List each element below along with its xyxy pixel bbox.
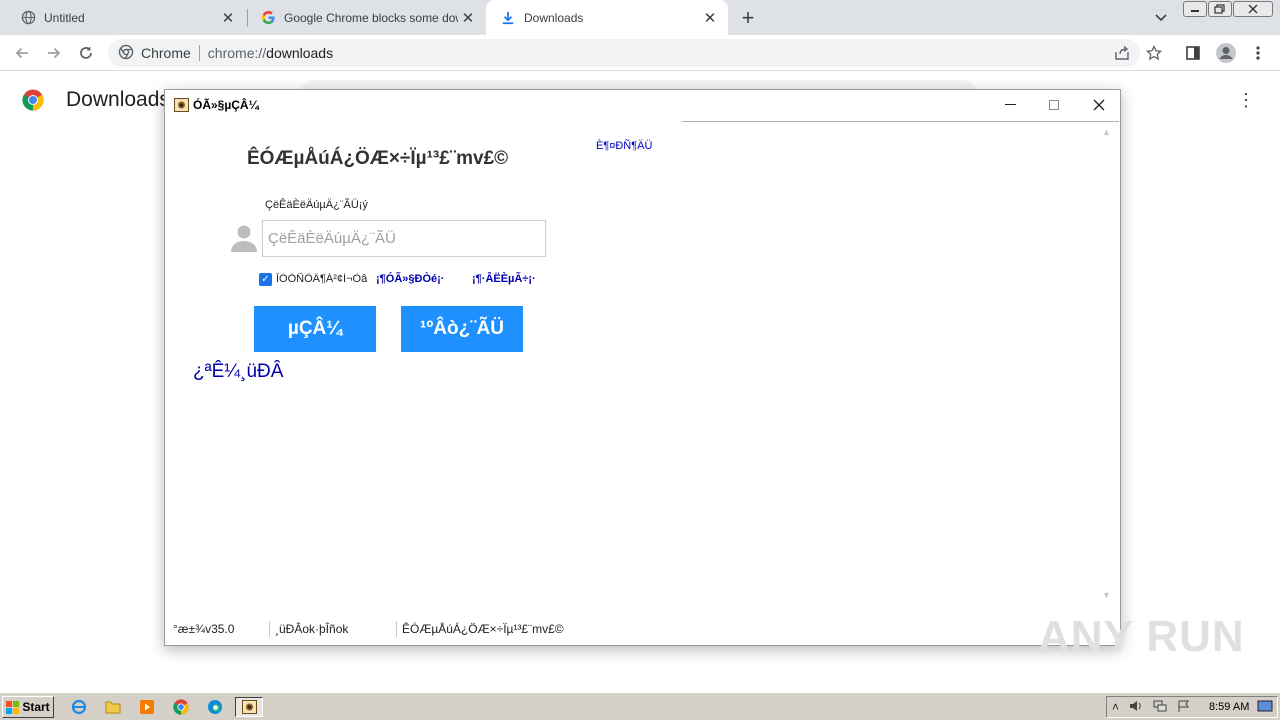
dialog-titlebar: ÓÃ»§µÇÂ¼ [165, 90, 1120, 120]
side-panel-icon[interactable] [1183, 43, 1203, 63]
windows-logo-icon [6, 700, 20, 714]
close-tab-icon[interactable]: ✕ [700, 8, 720, 28]
status-divider [269, 621, 270, 637]
site-info-chip[interactable]: Chrome [118, 44, 191, 63]
card-key-label: ÇëÊäÈëÄúµÄ¿¨ÃÜ¡ý [265, 199, 368, 211]
dialog-title: ÓÃ»§µÇÂ¼ [193, 98, 259, 112]
chrome-logo-icon [22, 89, 44, 111]
dialog-heading: ÊÓÆµÅúÁ¿ÖÆ×÷Ïµ¹³£¨mv£© [247, 148, 509, 169]
start-button[interactable]: Start [2, 696, 54, 718]
user-agreement-link[interactable]: ¡¶ÓÃ»§Ð­Òé¡· [376, 273, 444, 285]
agree-checkbox[interactable]: ✓ [259, 273, 272, 286]
profile-avatar-icon[interactable] [1214, 41, 1238, 65]
chrome-icon [118, 44, 134, 63]
card-key-input[interactable] [262, 220, 546, 257]
taskbar: Start ˄ 8:59 AM [0, 692, 1280, 720]
action-center-flag-icon[interactable] [1177, 700, 1191, 715]
status-update: ¸üÐÂok·þÎñok [275, 622, 349, 636]
google-icon [260, 10, 276, 26]
file-explorer-icon[interactable] [102, 697, 124, 717]
url-text: chrome://downloads [208, 45, 333, 61]
tab-google-chrome-blocks[interactable]: Google Chrome blocks some downloa ✕ [240, 0, 486, 35]
system-tray: ˄ 8:59 AM [1106, 696, 1278, 718]
tab-strip: Untitled ✕ Google Chrome blocks some dow… [0, 0, 1280, 35]
edge-icon[interactable] [204, 697, 226, 717]
tab-title: Untitled [44, 10, 85, 25]
minimize-window-button[interactable] [1183, 1, 1207, 17]
url-path: downloads [266, 45, 334, 61]
forward-button[interactable] [41, 40, 67, 66]
address-bar[interactable]: Chrome chrome://downloads [108, 39, 1140, 67]
show-desktop-icon[interactable] [1257, 700, 1273, 715]
browser-toolbar: Chrome chrome://downloads [0, 35, 1280, 71]
screen: Untitled ✕ Google Chrome blocks some dow… [0, 0, 1280, 720]
back-button[interactable] [9, 40, 35, 66]
tab-title: Downloads [524, 10, 584, 25]
scroll-down-icon[interactable]: ▼ [1102, 590, 1111, 600]
tray-expand-icon[interactable]: ˄ [1112, 700, 1119, 714]
reload-button[interactable] [73, 40, 99, 66]
start-update-link[interactable]: ¿ªÊ¼¸üÐÂ [193, 361, 283, 383]
dialog-maximize-button[interactable] [1039, 94, 1069, 116]
globe-icon [20, 10, 36, 26]
user-icon [229, 223, 259, 253]
download-icon [500, 10, 516, 26]
url-scheme: chrome:// [207, 45, 267, 61]
app-icon [174, 98, 189, 112]
close-tab-icon[interactable]: ✕ [458, 8, 478, 28]
volume-icon[interactable] [1129, 700, 1143, 715]
dialog-divider [682, 121, 1119, 122]
internet-explorer-icon[interactable] [68, 697, 90, 717]
share-icon[interactable] [1112, 43, 1132, 63]
login-dialog: ÓÃ»§µÇÂ¼ ▲ ▼ ÊÓÆµÅúÁ¿ÖÆ×÷Ïµ¹³£¨mv£© È¶¤Ð… [164, 89, 1121, 646]
bookmark-star-icon[interactable] [1144, 43, 1164, 63]
network-icon[interactable] [1153, 700, 1168, 715]
tab-title: Google Chrome blocks some downloa [284, 10, 458, 25]
status-divider [396, 621, 397, 637]
restore-window-button[interactable] [1208, 1, 1232, 17]
status-version: °æ±¾v35.0 [173, 622, 235, 636]
buy-card-button[interactable]: ¹ºÂò¿¨ÃÜ [401, 306, 523, 352]
chrome-taskbar-icon[interactable] [170, 697, 192, 717]
tab-downloads[interactable]: Downloads ✕ [486, 0, 728, 35]
anyrun-watermark: ANY RUN [1038, 612, 1245, 661]
tab-untitled[interactable]: Untitled ✕ [0, 0, 246, 35]
login-button[interactable]: µÇÂ¼ [254, 306, 376, 352]
dialog-close-button[interactable] [1084, 94, 1114, 116]
close-tab-icon[interactable]: ✕ [218, 8, 238, 28]
scroll-up-icon[interactable]: ▲ [1102, 127, 1111, 137]
start-label: Start [22, 700, 50, 714]
login-app-taskbar-icon[interactable] [235, 697, 263, 717]
omnibox-divider [198, 45, 200, 61]
clock: 8:59 AM [1209, 701, 1250, 713]
new-tab-button[interactable]: + [736, 5, 760, 30]
chevron-down-icon[interactable] [1150, 7, 1172, 29]
chrome-menu-icon[interactable] [1248, 43, 1268, 63]
agree-label: ÎÒÒÑÔÄ¶Á²¢Í¬Òâ [276, 273, 368, 285]
status-product: ÊÓÆµÅúÁ¿ÖÆ×÷Ïµ¹³£¨mv£© [402, 622, 564, 636]
close-window-button[interactable] [1233, 1, 1273, 17]
dialog-minimize-button[interactable] [995, 94, 1025, 116]
more-options-icon[interactable]: ⋮ [1236, 91, 1256, 111]
chip-label: Chrome [141, 45, 191, 61]
page-title: Downloads [66, 88, 170, 111]
media-player-icon[interactable] [136, 697, 158, 717]
privacy-link[interactable]: ¡¶·ÂËÈµÃ÷¡· [472, 273, 536, 285]
dialog-status-bar: °æ±¾v35.0 ¸üÐÂok·þÎñok ÊÓÆµÅúÁ¿ÖÆ×÷Ïµ¹³£… [165, 618, 1120, 644]
top-link[interactable]: È¶¤ÐÑ¶ÄÜ [596, 140, 652, 152]
